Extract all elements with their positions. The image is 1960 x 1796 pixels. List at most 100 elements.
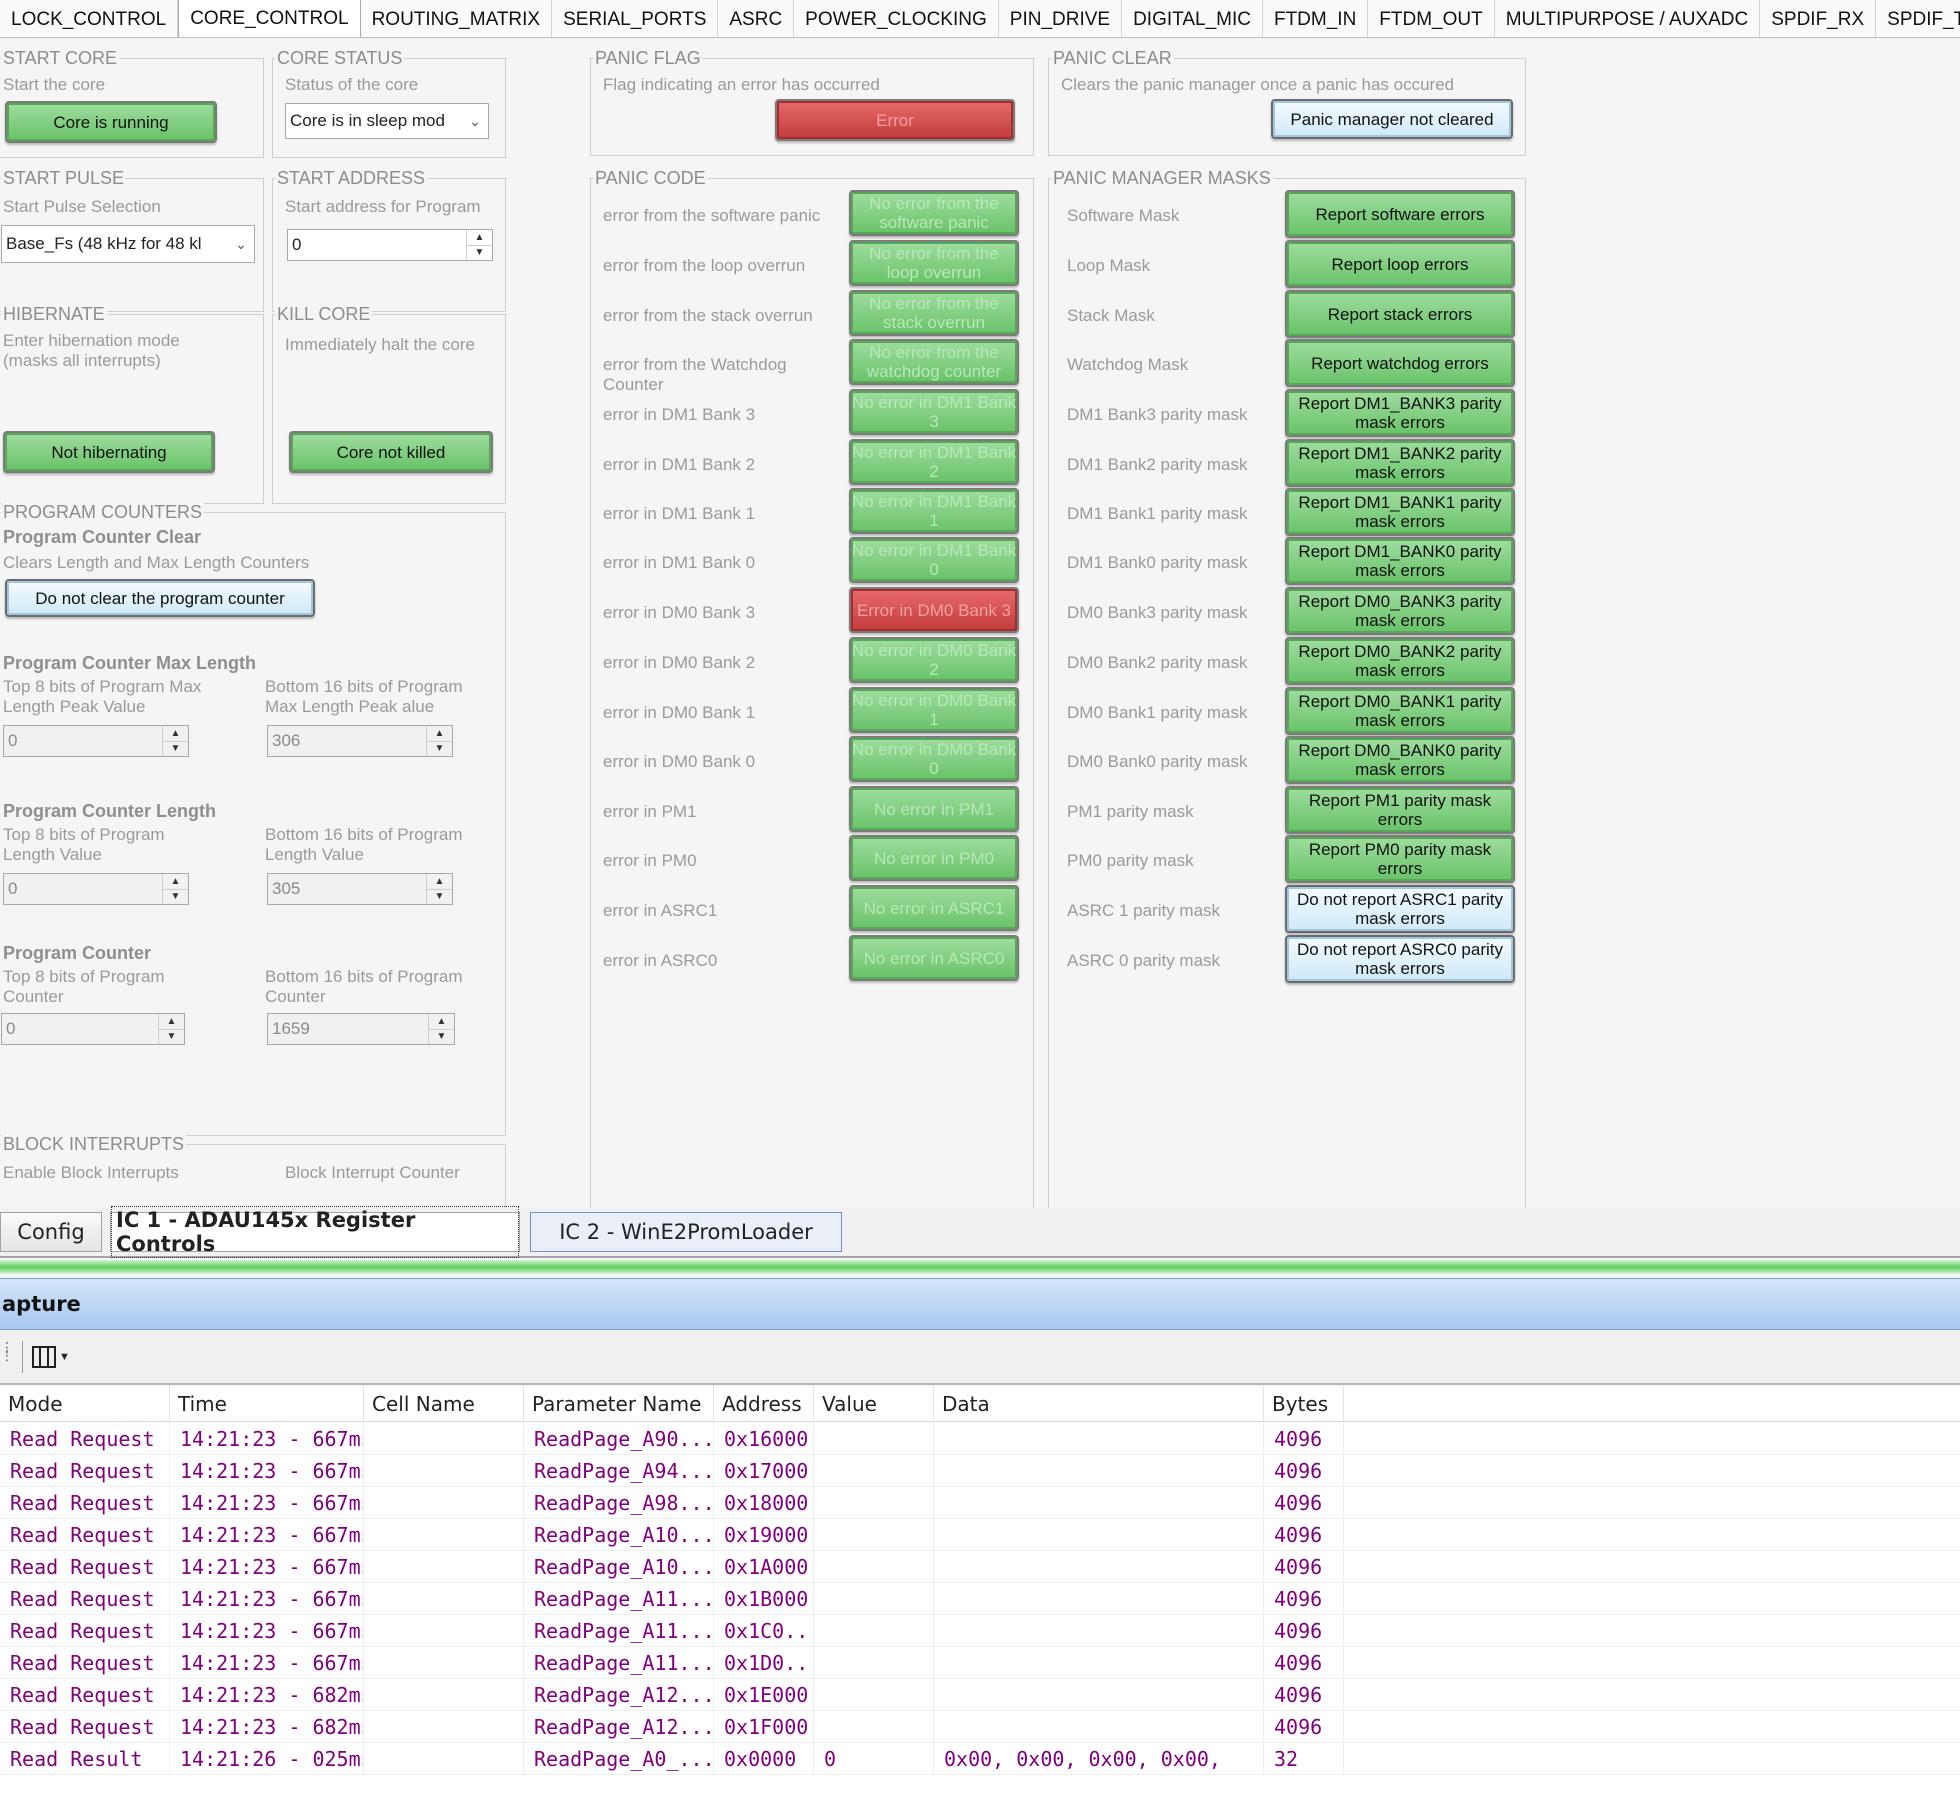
panic-mask-toggle[interactable]: Report DM1_BANK1 parity mask errors (1285, 488, 1515, 536)
register-tab-asrc[interactable]: ASRC (718, 0, 795, 37)
column-header-data[interactable]: Data (934, 1386, 1264, 1422)
table-row[interactable]: Read Request 14:21:23 - 667ms ReadPage_A98… (0, 1487, 1960, 1519)
hibernate-button[interactable]: Not hibernating (3, 431, 215, 473)
spin-down-icon[interactable]: ▼ (163, 888, 188, 905)
panic-code-indicator[interactable]: No error in DM1 Bank 0 (849, 537, 1019, 583)
table-row[interactable]: Read Request 14:21:23 - 667ms ReadPage_A94… (0, 1455, 1960, 1487)
panic-code-indicator[interactable]: No error from the stack overrun (849, 290, 1019, 336)
register-tab-serial-ports[interactable]: SERIAL_PORTS (552, 0, 719, 37)
panic-mask-toggle[interactable]: Report PM0 parity mask errors (1285, 835, 1515, 883)
panic-mask-toggle[interactable]: Report DM0_BANK3 parity mask errors (1285, 587, 1515, 635)
table-row[interactable]: Read Request 14:21:23 - 667ms ReadPage_A11… (0, 1615, 1960, 1647)
column-header-parameter-name[interactable]: Parameter Name (524, 1386, 714, 1422)
panic-code-indicator[interactable]: No error from the loop overrun (849, 240, 1019, 286)
panic-mask-toggle[interactable]: Report stack errors (1285, 290, 1515, 338)
register-tab-power-clocking[interactable]: POWER_CLOCKING (794, 0, 999, 37)
panic-code-indicator[interactable]: No error from the software panic (849, 190, 1019, 236)
spin-up-icon[interactable]: ▲ (467, 230, 492, 245)
column-header-mode[interactable]: Mode (0, 1386, 170, 1422)
column-header-time[interactable]: Time (170, 1386, 364, 1422)
spin-down-icon[interactable]: ▼ (427, 888, 452, 905)
panic-mask-toggle[interactable]: Report DM0_BANK0 parity mask errors (1285, 736, 1515, 784)
table-row[interactable]: Read Result 14:21:26 - 025ms ReadPage_A0_.… (0, 1743, 1960, 1775)
spin-down-icon[interactable]: ▼ (159, 1028, 184, 1045)
panic-code-indicator[interactable]: No error in PM0 (849, 835, 1019, 881)
column-header-bytes[interactable]: Bytes (1264, 1386, 1344, 1422)
spin-down-icon[interactable]: ▼ (163, 740, 188, 757)
table-cell-bytes: 4096 (1264, 1519, 1344, 1551)
register-tab-ftdm-in[interactable]: FTDM_IN (1263, 0, 1369, 37)
counter-bottom-input[interactable]: 1659 ▲ ▼ (267, 1013, 455, 1045)
register-tab-spdif-t[interactable]: SPDIF_T (1876, 0, 1960, 37)
spin-up-icon[interactable]: ▲ (159, 1014, 184, 1029)
panic-code-indicator[interactable]: No error in DM0 Bank 0 (849, 736, 1019, 782)
panic-code-indicator[interactable]: No error in PM1 (849, 786, 1019, 832)
start-core-button[interactable]: Core is running (5, 101, 217, 143)
panic-mask-toggle[interactable]: Report DM1_BANK0 parity mask errors (1285, 537, 1515, 585)
spin-down-icon[interactable]: ▼ (429, 1028, 454, 1045)
max-length-top-input[interactable]: 0 ▲ ▼ (3, 725, 189, 757)
panic-clear-button[interactable]: Panic manager not cleared (1271, 99, 1513, 139)
table-row[interactable]: Read Request 14:21:23 - 667ms ReadPage_A11… (0, 1647, 1960, 1679)
start-pulse-select[interactable]: Base_Fs (48 kHz for 48 kl ⌄ (1, 225, 255, 263)
doc-tab-config[interactable]: Config (0, 1212, 102, 1252)
spin-down-icon[interactable]: ▼ (427, 740, 452, 757)
panic-mask-toggle[interactable]: Report DM1_BANK3 parity mask errors (1285, 389, 1515, 437)
columns-button[interactable]: ▼ (32, 1341, 70, 1373)
program-counter-clear-button[interactable]: Do not clear the program counter (5, 579, 315, 617)
panic-mask-toggle[interactable]: Do not report ASRC0 parity mask errors (1285, 935, 1515, 983)
length-bottom-input[interactable]: 305 ▲ ▼ (267, 873, 453, 905)
spin-up-icon[interactable]: ▲ (427, 874, 452, 889)
panic-flag-indicator[interactable]: Error (775, 99, 1015, 141)
register-tab-spdif-rx[interactable]: SPDIF_RX (1760, 0, 1877, 37)
table-row[interactable]: Read Request 14:21:23 - 667ms ReadPage_A90… (0, 1423, 1960, 1455)
counter-top-input[interactable]: 0 ▲ ▼ (1, 1013, 185, 1045)
spin-up-icon[interactable]: ▲ (163, 726, 188, 741)
panic-mask-toggle[interactable]: Report PM1 parity mask errors (1285, 786, 1515, 834)
panic-code-indicator[interactable]: No error in DM1 Bank 2 (849, 439, 1019, 485)
table-row[interactable]: Read Request 14:21:23 - 682ms ReadPage_A12… (0, 1679, 1960, 1711)
table-row[interactable]: Read Request 14:21:23 - 667ms ReadPage_A10… (0, 1551, 1960, 1583)
register-tab-core-control[interactable]: CORE_CONTROL (178, 0, 361, 37)
panic-mask-toggle[interactable]: Do not report ASRC1 parity mask errors (1285, 885, 1515, 933)
panic-mask-toggle[interactable]: Report watchdog errors (1285, 339, 1515, 387)
table-row[interactable]: Read Request 14:21:23 - 667ms ReadPage_A11… (0, 1583, 1960, 1615)
register-tab-routing-matrix[interactable]: ROUTING_MATRIX (361, 0, 553, 37)
column-header-address[interactable]: Address (714, 1386, 814, 1422)
register-tab-lock-control[interactable]: LOCK_CONTROL (0, 0, 179, 37)
panic-code-indicator[interactable]: No error in DM1 Bank 3 (849, 389, 1019, 435)
panic-mask-toggle[interactable]: Report DM0_BANK1 parity mask errors (1285, 687, 1515, 735)
spin-up-icon[interactable]: ▲ (427, 726, 452, 741)
column-header-value[interactable]: Value (814, 1386, 934, 1422)
panic-code-indicator[interactable]: Error in DM0 Bank 3 (849, 587, 1019, 633)
panic-code-indicator[interactable]: No error in DM0 Bank 2 (849, 637, 1019, 683)
table-row[interactable]: Read Request 14:21:23 - 682ms ReadPage_A12… (0, 1711, 1960, 1743)
panic-mask-toggle[interactable]: Report loop errors (1285, 240, 1515, 288)
doc-tab-ic1-register-controls[interactable]: IC 1 - ADAU145x Register Controls (110, 1206, 520, 1258)
start-address-input[interactable]: 0 ▲ ▼ (287, 229, 493, 261)
spin-up-icon[interactable]: ▲ (429, 1014, 454, 1029)
toolbar-grip-icon[interactable]: ⋮ ⋮ (0, 1340, 14, 1373)
panic-mask-label: Software Mask (1067, 206, 1180, 225)
doc-tab-ic2-wine2promloader[interactable]: IC 2 - WinE2PromLoader (530, 1212, 842, 1252)
panic-mask-toggle[interactable]: Report DM1_BANK2 parity mask errors (1285, 439, 1515, 487)
spin-up-icon[interactable]: ▲ (163, 874, 188, 889)
table-row[interactable]: Read Request 14:21:23 - 667ms ReadPage_A10… (0, 1519, 1960, 1551)
panic-code-indicator[interactable]: No error in DM0 Bank 1 (849, 687, 1019, 733)
spin-down-icon[interactable]: ▼ (467, 244, 492, 261)
panic-code-indicator[interactable]: No error in ASRC1 (849, 885, 1019, 931)
register-tab-multipurpose-auxadc[interactable]: MULTIPURPOSE / AUXADC (1495, 0, 1761, 37)
column-header-cell-name[interactable]: Cell Name (364, 1386, 524, 1422)
panic-code-indicator[interactable]: No error in DM1 Bank 1 (849, 488, 1019, 534)
core-status-select[interactable]: Core is in sleep mod ⌄ (285, 103, 489, 139)
panic-code-indicator[interactable]: No error from the watchdog counter (849, 339, 1019, 385)
register-tab-pin-drive[interactable]: PIN_DRIVE (999, 0, 1123, 37)
panic-mask-toggle[interactable]: Report DM0_BANK2 parity mask errors (1285, 637, 1515, 685)
register-tab-ftdm-out[interactable]: FTDM_OUT (1368, 0, 1495, 37)
panic-mask-toggle[interactable]: Report software errors (1285, 190, 1515, 238)
panic-code-indicator[interactable]: No error in ASRC0 (849, 935, 1019, 981)
max-length-bottom-input[interactable]: 306 ▲ ▼ (267, 725, 453, 757)
register-tab-digital-mic[interactable]: DIGITAL_MIC (1122, 0, 1263, 37)
kill-core-button[interactable]: Core not killed (289, 431, 493, 473)
length-top-input[interactable]: 0 ▲ ▼ (3, 873, 189, 905)
